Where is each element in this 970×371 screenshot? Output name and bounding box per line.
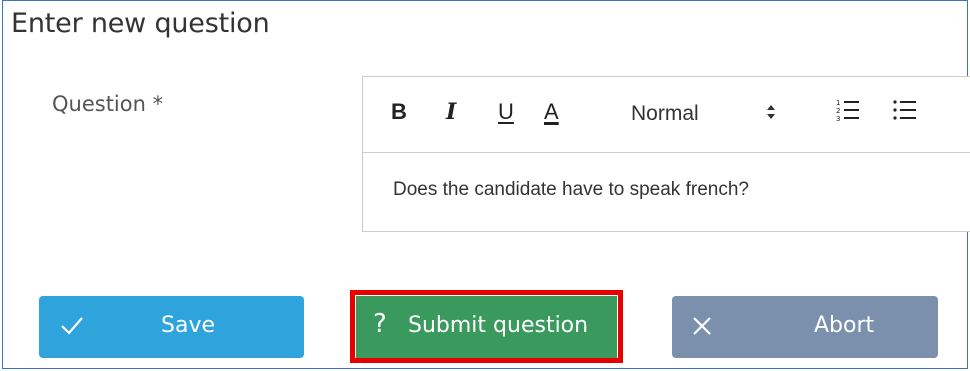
text-color-button[interactable]: A [544,99,559,125]
save-button-label: Save [161,313,216,338]
bold-button[interactable]: B [391,99,407,125]
check-icon [61,316,83,341]
question-mark-icon: ? [373,309,387,339]
header-format-value: Normal [631,102,699,125]
abort-button-label: Abort [814,313,875,338]
select-caret-icon [766,102,776,123]
question-label: Question * [52,92,164,116]
header-format-select[interactable]: Normal [631,102,781,132]
abort-button[interactable]: Abort [672,296,938,358]
save-button[interactable]: Save [39,296,304,358]
submit-button-label: Submit question [408,313,589,338]
close-icon [692,316,712,342]
submit-question-button[interactable]: ? Submit question [356,296,617,358]
svg-text:2: 2 [836,107,840,115]
svg-text:3: 3 [836,115,840,123]
italic-button[interactable]: I [446,99,456,125]
underline-button[interactable]: U [498,99,514,125]
editor-content[interactable]: Does the candidate have to speak french? [393,179,749,201]
bullet-list-icon[interactable] [893,97,917,128]
svg-text:1: 1 [836,99,840,107]
rich-text-editor: B I U A Normal 1 2 3 Does the candidate … [362,76,970,232]
form-heading: Enter new question [11,8,270,39]
ordered-list-icon[interactable]: 1 2 3 [836,97,860,128]
editor-toolbar: B I U A Normal 1 2 3 [363,77,970,153]
